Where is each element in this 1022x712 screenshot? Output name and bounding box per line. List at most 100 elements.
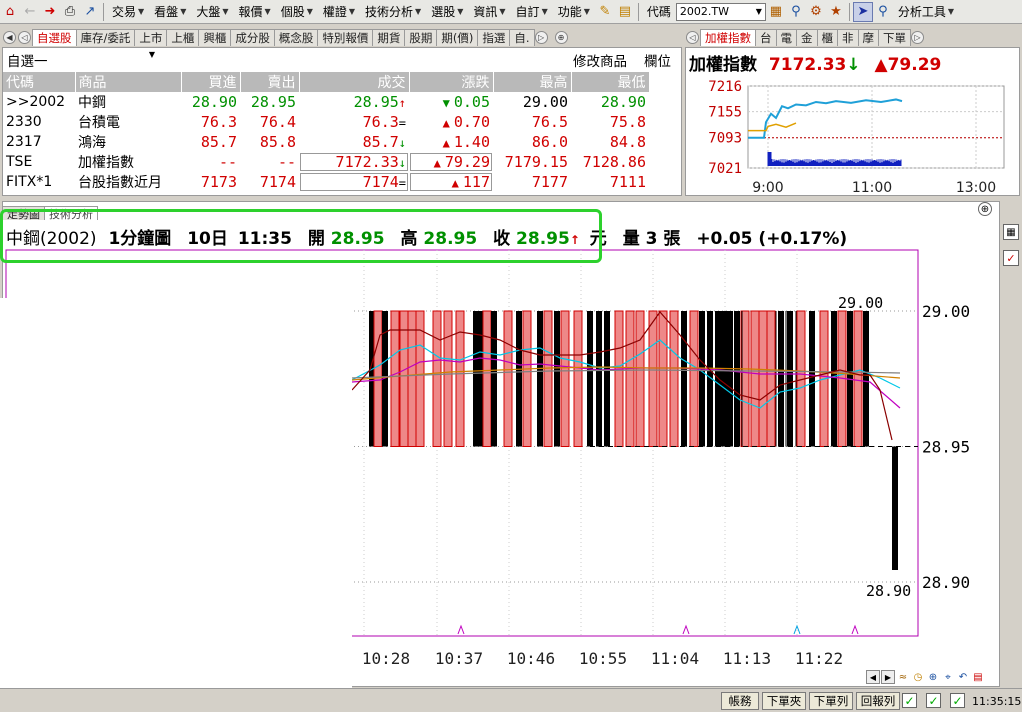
analysis-tools-icon[interactable]: ⚲ [873, 2, 893, 22]
col-header-change[interactable]: 漲跌 [409, 72, 494, 92]
menu-analysis-tools[interactable]: 分析工具 ▼ [893, 2, 959, 22]
menu-watch[interactable]: 看盤 ▼ [149, 2, 191, 22]
table-row[interactable]: FITX*1 台股指數近月 7173 7174 7174= ▲ 117 7177 7111 [3, 172, 649, 192]
tab-special-quote[interactable]: 特別報價 [317, 29, 374, 46]
crosshair-icon[interactable]: ⌖ [941, 670, 955, 684]
scroll-left-icon[interactable]: ◀ [866, 670, 880, 684]
tab-listed[interactable]: 上市 [134, 29, 168, 46]
menu-technical[interactable]: 技術分析 ▼ [360, 2, 426, 22]
chevron-left-icon[interactable]: ◀ [3, 31, 16, 44]
chevron-left-icon[interactable]: ◁ [686, 31, 699, 44]
table-row[interactable]: 2330 台積電 76.3 76.4 76.3= ▲ 0.70 76.5 75.8 [3, 112, 649, 132]
bookmark-icon[interactable]: ★ [826, 2, 846, 22]
x-tick-label: 10:37 [435, 649, 483, 668]
menu-label: 功能 [557, 5, 582, 19]
menu-functions[interactable]: 功能 ▼ [553, 2, 595, 22]
chart-zoom-icon[interactable]: ⊕ [978, 202, 992, 216]
tab-futures-price[interactable]: 期(價) [436, 29, 479, 46]
side-check-button[interactable]: ✓ [1003, 250, 1019, 266]
order-folder-button[interactable]: 下單夾 [762, 692, 806, 710]
tab-custom[interactable]: 自. [509, 29, 535, 46]
search-icon[interactable]: ⚲ [786, 2, 806, 22]
quote-tabbar: ◀ ◁ 自選股 庫存/委託 上市 上櫃 興櫃 成分股 概念股 特別報價 期貨 股… [2, 28, 682, 46]
account-button[interactable]: 帳務 [721, 692, 759, 710]
report-bar-button[interactable]: 回報列 [856, 692, 900, 710]
table-row[interactable]: 2317 鴻海 85.7 85.8 85.7↓ ▲ 1.40 86.0 84.8 [3, 132, 649, 152]
tab-electronics[interactable]: 電 [775, 29, 797, 46]
menu-info[interactable]: 資訊 ▼ [468, 2, 510, 22]
checkbox-3[interactable]: ✓ [950, 693, 965, 708]
table-row[interactable]: TSE 加權指數 -- -- 7172.33↓ ▲ 79.29 7179.15 7128.86 [3, 152, 649, 172]
checkbox-2[interactable]: ✓ [926, 693, 941, 708]
checkbox-1[interactable]: ✓ [902, 693, 917, 708]
col-header-ask[interactable]: 賣出 [240, 72, 300, 92]
undo-icon[interactable]: ↶ [956, 670, 970, 684]
tab-emerging[interactable]: 興櫃 [198, 29, 232, 46]
chevron-left-icon[interactable]: ◁ [18, 31, 31, 44]
bar-chart-icon[interactable]: ▤ [971, 670, 985, 684]
quote-lookup-icon[interactable]: ▦ [766, 2, 786, 22]
tab-index-options[interactable]: 指選 [477, 29, 511, 46]
back-icon[interactable]: ← [20, 2, 40, 22]
tab-stock-futures[interactable]: 股期 [404, 29, 438, 46]
tab-constituent[interactable]: 成分股 [230, 29, 275, 46]
menu-trade[interactable]: 交易 ▼ [107, 2, 149, 22]
chevron-down-icon[interactable]: ▼ [756, 7, 762, 16]
print-icon[interactable]: ⎙ [60, 2, 80, 22]
clock-icon[interactable]: ◷ [911, 670, 925, 684]
menu-market[interactable]: 大盤 ▼ [191, 2, 233, 22]
pen-icon[interactable]: ✎ [595, 2, 615, 22]
menu-quote[interactable]: 報價 ▼ [234, 2, 276, 22]
quote-ask: 7174 [259, 173, 296, 191]
scroll-right-icon[interactable]: ▶ [881, 670, 895, 684]
tab-watchlist[interactable]: 自選股 [32, 29, 77, 46]
menu-screener[interactable]: 選股 ▼ [426, 2, 468, 22]
quote-code: 2330 [6, 114, 42, 130]
tab-inventory[interactable]: 庫存/委託 [75, 29, 136, 46]
home-icon[interactable]: ⌂ [0, 2, 20, 22]
candle-up [432, 310, 442, 447]
tab-non-finance[interactable]: 非 [837, 29, 859, 46]
tab-taiex[interactable]: 加權指數 [700, 29, 756, 46]
quote-name: 中鋼 [78, 95, 106, 111]
tab-taiwan[interactable]: 台 [755, 29, 777, 46]
zoom-icon[interactable]: ⊕ [554, 31, 568, 44]
modify-products-button[interactable]: 修改商品 [573, 50, 627, 70]
menu-stock[interactable]: 個股 ▼ [276, 2, 318, 22]
popout-icon[interactable]: ↗ [80, 2, 100, 22]
col-header-last[interactable]: 成交 [299, 72, 410, 92]
tab-otc[interactable]: 上櫃 [166, 29, 200, 46]
col-header-low[interactable]: 最低 [571, 72, 650, 92]
table-row[interactable]: >>2002 中鋼 28.90 28.95 28.95↑ ▼ 0.05 29.00 28.90 [3, 92, 649, 112]
arrow-up-icon: ↑ [398, 96, 406, 110]
tab-order[interactable]: 下單 [878, 29, 911, 46]
forward-icon[interactable]: ➜ [40, 2, 60, 22]
tools-icon[interactable]: ⚙ [806, 2, 826, 22]
tab-futures[interactable]: 期貨 [372, 29, 406, 46]
columns-button[interactable]: 欄位 [644, 50, 671, 70]
side-note-button[interactable]: ▦ [1003, 224, 1019, 240]
chart-line-icon[interactable]: ≈ [896, 670, 910, 684]
menu-custom[interactable]: 自訂 ▼ [511, 2, 553, 22]
tab-msci[interactable]: 摩 [857, 29, 879, 46]
quote-high: 29.00 [522, 93, 568, 111]
chevron-right-icon[interactable]: ▷ [534, 31, 548, 44]
tab-concept[interactable]: 概念股 [273, 29, 319, 46]
candle-down [787, 311, 793, 447]
notepad-icon[interactable]: ▤ [615, 2, 635, 22]
code-input[interactable]: 2002.TW ▼ [675, 2, 766, 21]
pointer-icon[interactable]: ➤ [852, 1, 873, 22]
tab-finance[interactable]: 金 [796, 29, 818, 46]
chevron-right-icon[interactable]: ▷ [911, 31, 924, 44]
col-header-name[interactable]: 商品 [75, 72, 182, 92]
quote-code: >>2002 [6, 94, 66, 110]
tab-otc-index[interactable]: 櫃 [816, 29, 838, 46]
menu-warrant[interactable]: 權證 ▼ [318, 2, 360, 22]
triangle-up-icon: ▲ [442, 136, 450, 150]
zoom-in-icon[interactable]: ⊕ [926, 670, 940, 684]
col-header-bid[interactable]: 買進 [181, 72, 241, 92]
col-header-code[interactable]: 代碼 [3, 72, 76, 92]
group-select[interactable]: 自選一 ▼ [7, 50, 155, 70]
order-bar-button[interactable]: 下單列 [809, 692, 853, 710]
col-header-high[interactable]: 最高 [493, 72, 572, 92]
